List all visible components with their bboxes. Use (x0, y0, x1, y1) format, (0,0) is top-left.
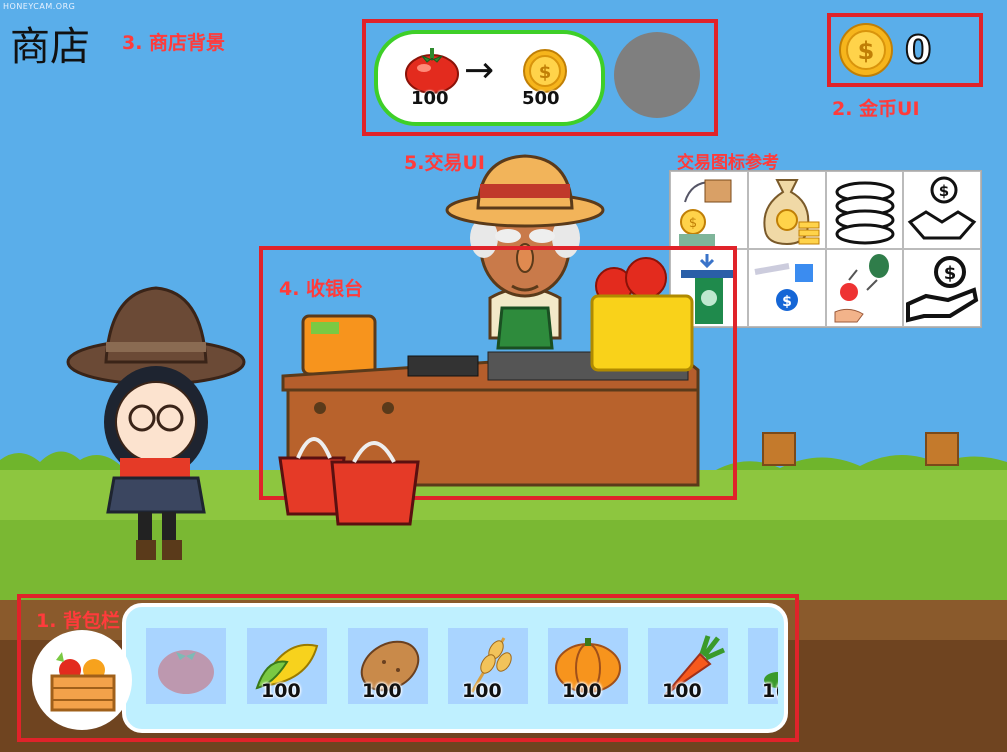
coin-stack-icon (825, 171, 904, 249)
handshake-dollar-icon: $ (903, 171, 981, 249)
slot-count: 1( (762, 680, 778, 702)
inventory-slot[interactable]: 1( (748, 628, 778, 704)
inventory-slot[interactable]: 100 (648, 628, 728, 704)
coin-count: 0 (904, 27, 932, 73)
slot-count: 100 (462, 680, 502, 702)
slot-count: 100 (662, 680, 702, 702)
shop-title: 商店 (10, 24, 90, 70)
player-character[interactable] (66, 282, 246, 567)
trade-arrow: → (464, 50, 495, 91)
svg-text:$: $ (539, 62, 552, 83)
exchange-cycle-icon: $ (670, 171, 748, 249)
pay-transfer-icon: $ (747, 249, 826, 327)
label-inventory: 1. 背包栏 (36, 610, 121, 632)
fence-post (762, 432, 796, 466)
trade-get-amount: 500 (522, 88, 560, 109)
svg-text:$: $ (689, 216, 697, 231)
tomato-icon (405, 48, 459, 94)
trade-give-amount: 100 (411, 88, 449, 109)
svg-text:$: $ (939, 182, 949, 200)
svg-text:$: $ (944, 263, 957, 284)
produce-crate-icon (50, 652, 116, 712)
inventory-slot[interactable]: 100 (348, 628, 428, 704)
svg-text:$: $ (782, 294, 792, 310)
label-coin-ui: 2. 金币UI (832, 98, 920, 120)
fence-post (925, 432, 959, 466)
inventory-slot[interactable]: 100 (548, 628, 628, 704)
trade-confirm-button[interactable] (614, 32, 700, 118)
sell-produce-icon (825, 249, 904, 327)
watermark: HONEYCAM.ORG (3, 2, 76, 11)
tomato-basket (590, 257, 694, 372)
coin-icon: $ (839, 23, 893, 77)
inventory-slot[interactable]: 100 (448, 628, 528, 704)
slot-count: 100 (362, 680, 402, 702)
slot-count: 100 (261, 680, 301, 702)
tomato-icon (158, 650, 214, 694)
inventory-slot[interactable] (146, 628, 226, 704)
money-bag-icon (747, 171, 826, 249)
slot-count: 100 (562, 680, 602, 702)
svg-text:$: $ (858, 37, 875, 65)
inventory-slot[interactable]: 100 (247, 628, 327, 704)
shopping-baskets (278, 437, 420, 526)
label-shop-background: 3. 商店背景 (122, 32, 226, 54)
hand-coin-icon: $ (903, 249, 981, 327)
